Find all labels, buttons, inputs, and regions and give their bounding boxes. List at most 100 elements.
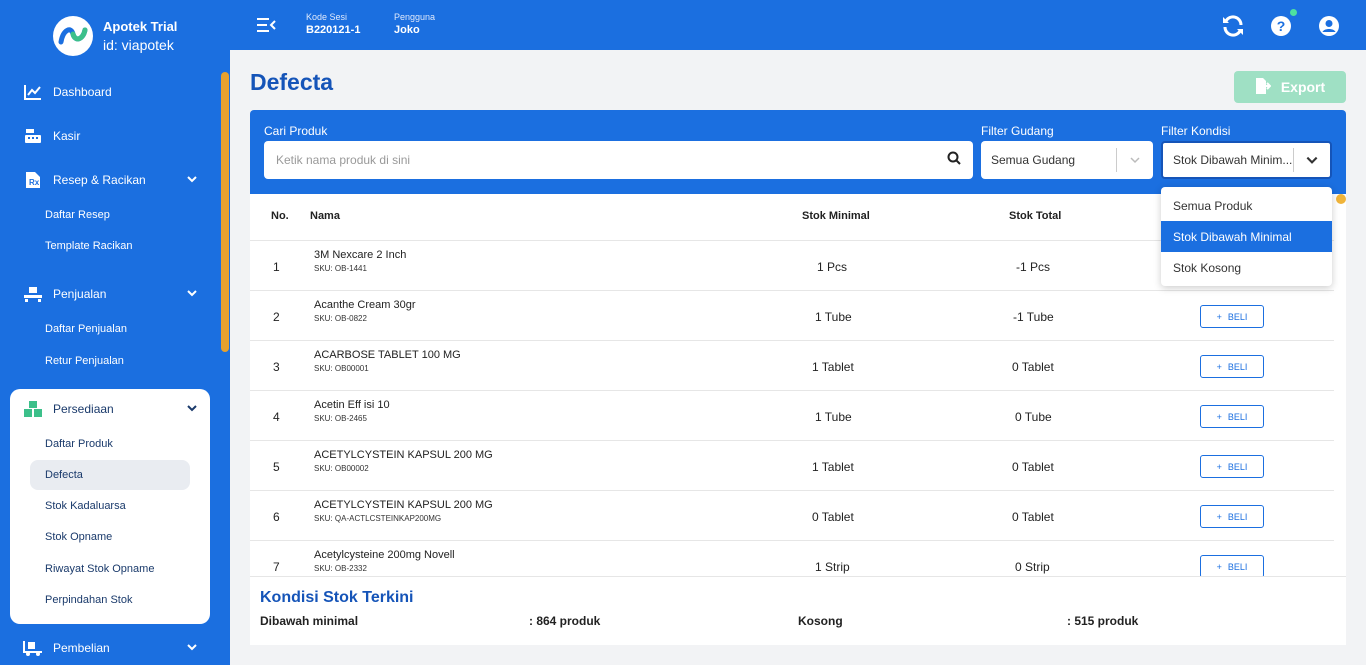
product-sku: SKU: OB-2465 bbox=[314, 414, 367, 423]
kondisi-dropdown: Semua Produk Stok Dibawah Minimal Stok K… bbox=[1161, 187, 1332, 286]
sidebar-item-dashboard[interactable]: Dashboard bbox=[0, 74, 210, 110]
stock-summary: Kondisi Stok Terkini Dibawah minimal : 8… bbox=[250, 576, 1346, 645]
col-stok-minimal: Stok Minimal bbox=[802, 210, 870, 222]
row-no: 2 bbox=[273, 310, 280, 324]
search-icon[interactable] bbox=[947, 151, 961, 170]
sidebar-item-label: Kasir bbox=[53, 129, 81, 143]
chevron-down-icon bbox=[186, 641, 198, 656]
sidebar-item-persediaan[interactable]: Persediaan bbox=[0, 391, 210, 427]
empty-label: Kosong bbox=[798, 614, 843, 628]
sidebar-item-penjualan[interactable]: Penjualan bbox=[0, 276, 210, 312]
sidebar-item-resep[interactable]: Rx Resep & Racikan bbox=[0, 162, 210, 198]
table-row: 2 Acanthe Cream 30gr SKU: OB-0822 1 Tube … bbox=[250, 291, 1334, 341]
stok-total: -1 Pcs bbox=[1016, 260, 1051, 274]
session-label: Kode Sesi bbox=[306, 12, 348, 22]
table-row: 3 ACARBOSE TABLET 100 MG SKU: OB00001 1 T… bbox=[250, 341, 1334, 391]
user-info: Pengguna Joko bbox=[394, 12, 435, 36]
below-min-label: Dibawah minimal bbox=[260, 614, 359, 628]
user-account-icon[interactable] bbox=[1316, 13, 1342, 39]
kondisi-label: Filter Kondisi bbox=[1161, 124, 1231, 138]
sidebar-scrollbar[interactable] bbox=[221, 72, 229, 352]
sidebar-subitem-riwayat-stok-opname[interactable]: Riwayat Stok Opname bbox=[30, 554, 190, 584]
sidebar-subitem-daftar-resep[interactable]: Daftar Resep bbox=[30, 200, 190, 230]
plus-icon: + bbox=[1216, 411, 1222, 422]
sidebar-subitem-perpindahan-stok[interactable]: Perpindahan Stok bbox=[30, 585, 190, 615]
search-field bbox=[264, 141, 973, 179]
brand-id: id: viapotek bbox=[103, 37, 174, 53]
sidebar-subitem-template-racikan[interactable]: Template Racikan bbox=[30, 231, 190, 261]
kondisi-option[interactable]: Stok Dibawah Minimal bbox=[1161, 221, 1332, 252]
sidebar-subitem-retur-penjualan[interactable]: Retur Penjualan bbox=[30, 346, 190, 376]
product-name: 3M Nexcare 2 Inch bbox=[314, 249, 407, 261]
product-name: ACETYLCYSTEIN KAPSUL 200 MG bbox=[314, 499, 493, 511]
beli-button[interactable]: + BELI bbox=[1200, 505, 1264, 528]
beli-label: BELI bbox=[1227, 411, 1248, 422]
plus-icon: + bbox=[1216, 511, 1222, 522]
page-title: Defecta bbox=[250, 69, 334, 95]
brand[interactable]: Apotek Trial id: viapotek bbox=[53, 16, 177, 56]
product-sku: SKU: OB-1441 bbox=[314, 264, 367, 273]
col-nama: Nama bbox=[310, 210, 340, 222]
sidebar: Apotek Trial id: viapotek Dashboard Kasi… bbox=[0, 0, 230, 665]
gudang-select[interactable]: Semua Gudang bbox=[981, 141, 1153, 179]
chevron-down-icon bbox=[1294, 153, 1330, 167]
row-no: 1 bbox=[273, 260, 280, 274]
persediaan-panel: Persediaan Daftar Produk Defecta Stok Ka… bbox=[10, 389, 210, 624]
plus-icon: + bbox=[1216, 311, 1222, 322]
truck-icon bbox=[23, 639, 43, 657]
sidebar-subitem-daftar-produk[interactable]: Daftar Produk bbox=[30, 429, 190, 459]
sidebar-subitem-defecta[interactable]: Defecta bbox=[30, 460, 190, 490]
logo bbox=[53, 16, 93, 56]
stok-minimal: 1 Pcs bbox=[817, 260, 848, 274]
beli-button[interactable]: + BELI bbox=[1200, 555, 1264, 576]
product-sku: SKU: OB-2332 bbox=[314, 564, 367, 573]
beli-button[interactable]: + BELI bbox=[1200, 405, 1264, 428]
sidebar-subitem-stok-opname[interactable]: Stok Opname bbox=[30, 522, 190, 552]
stok-total: 0 Tablet bbox=[1012, 510, 1054, 524]
search-label: Cari Produk bbox=[264, 124, 328, 138]
refresh-icon[interactable] bbox=[1220, 13, 1246, 39]
kondisi-option[interactable]: Stok Kosong bbox=[1161, 252, 1332, 283]
table-scrollbar[interactable] bbox=[1336, 194, 1346, 204]
stok-total: 0 Tube bbox=[1015, 410, 1052, 424]
sidebar-item-pembelian[interactable]: Pembelian bbox=[0, 630, 210, 665]
beli-label: BELI bbox=[1227, 311, 1248, 322]
sidebar-item-label: Dashboard bbox=[53, 85, 112, 99]
menu-collapse-icon[interactable] bbox=[256, 16, 276, 39]
kondisi-select[interactable]: Stok Dibawah Minim... bbox=[1161, 141, 1332, 179]
search-input[interactable] bbox=[276, 153, 947, 167]
stok-minimal: 1 Strip bbox=[815, 560, 850, 574]
export-button[interactable]: Export bbox=[1234, 71, 1346, 103]
help-icon[interactable]: ? bbox=[1268, 9, 1297, 39]
product-sku: SKU: OB-0822 bbox=[314, 314, 367, 323]
stok-minimal: 1 Tube bbox=[815, 410, 852, 424]
beli-label: BELI bbox=[1227, 511, 1248, 522]
stok-total: 0 Strip bbox=[1015, 560, 1050, 574]
stok-minimal: 0 Tablet bbox=[812, 510, 854, 524]
table-row: 7 Acetylcysteine 200mg Novell SKU: OB-233… bbox=[250, 541, 1334, 576]
kondisi-option[interactable]: Semua Produk bbox=[1161, 190, 1332, 221]
beli-button[interactable]: + BELI bbox=[1200, 355, 1264, 378]
row-no: 5 bbox=[273, 460, 280, 474]
sidebar-item-label: Resep & Racikan bbox=[53, 173, 146, 187]
brand-name: Apotek Trial bbox=[103, 19, 178, 34]
col-stok-total: Stok Total bbox=[1009, 210, 1062, 222]
beli-label: BELI bbox=[1227, 361, 1248, 372]
sidebar-subitem-stok-kadaluarsa[interactable]: Stok Kadaluarsa bbox=[30, 491, 190, 521]
product-sku: SKU: QA-ACTLCSTEINKAP200MG bbox=[314, 514, 442, 523]
sidebar-subitem-daftar-penjualan[interactable]: Daftar Penjualan bbox=[30, 314, 190, 344]
product-sku: SKU: OB00002 bbox=[314, 464, 369, 473]
svg-text:?: ? bbox=[1277, 18, 1286, 34]
table-row: 5 ACETYLCYSTEIN KAPSUL 200 MG SKU: OB0000… bbox=[250, 441, 1334, 491]
below-min-value: : 864 produk bbox=[529, 614, 601, 628]
beli-button[interactable]: + BELI bbox=[1200, 455, 1264, 478]
sidebar-item-label: Persediaan bbox=[53, 402, 114, 416]
beli-button[interactable]: + BELI bbox=[1200, 305, 1264, 328]
sidebar-item-kasir[interactable]: Kasir bbox=[0, 118, 210, 154]
boxes-icon bbox=[23, 400, 43, 418]
product-name: Acanthe Cream 30gr bbox=[314, 299, 416, 311]
chevron-down-icon bbox=[186, 287, 198, 302]
stok-minimal: 1 Tablet bbox=[812, 360, 854, 374]
chevron-down-icon bbox=[1117, 154, 1153, 166]
beli-label: BELI bbox=[1227, 561, 1248, 572]
